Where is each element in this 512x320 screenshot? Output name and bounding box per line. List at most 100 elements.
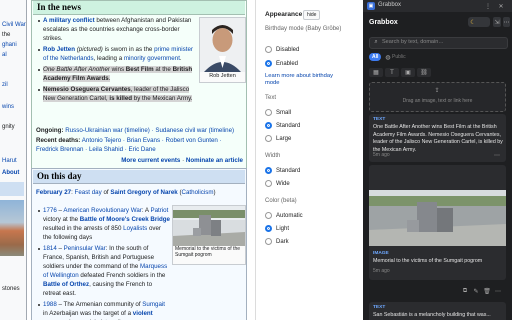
radio-button-selected[interactable] xyxy=(265,122,272,129)
more-current-events-link[interactable]: More current events xyxy=(121,157,180,164)
color-dark-option[interactable]: Dark xyxy=(265,238,289,245)
header-more-icon[interactable]: ⋯ xyxy=(503,17,510,27)
strip-text[interactable]: wins xyxy=(2,104,14,110)
clip-image-thumbnail[interactable] xyxy=(369,190,506,246)
strip-text[interactable]: ghani xyxy=(2,42,17,48)
text-large-option[interactable]: Large xyxy=(265,135,291,142)
wiki-link[interactable]: 1988 xyxy=(43,301,57,308)
wiki-link[interactable]: Saint Gregory of Narek xyxy=(110,189,177,196)
text-run: by the Mexican Army. xyxy=(132,95,193,102)
text-run: – The Armenian community of xyxy=(56,301,143,308)
wiki-link[interactable]: Rob Jetten xyxy=(43,46,75,53)
nominate-article-link[interactable]: Nominate an article xyxy=(186,157,243,164)
window-menu-icon[interactable]: ⋮ xyxy=(484,2,492,10)
text-run: . xyxy=(179,55,182,62)
text-run: , leading a xyxy=(93,55,124,62)
wiki-link[interactable]: Catholicism xyxy=(182,189,214,196)
text-type-icon[interactable]: T xyxy=(385,68,399,77)
learn-more-link[interactable]: Learn more about birthday mode xyxy=(265,73,345,87)
grid-view-icon[interactable]: ▦ xyxy=(369,68,383,77)
strip-text[interactable]: Civil War xyxy=(2,22,26,28)
wiki-link[interactable]: 1776 xyxy=(43,207,57,214)
text-run: One Battle After Another xyxy=(43,66,110,73)
news-item: Nemesio Oseguera Cervantes, leader of th… xyxy=(38,85,196,103)
birthday-disabled-option[interactable]: Disabled xyxy=(265,46,299,53)
wiki-link[interactable]: Battle of Moore's Creek Bridge xyxy=(80,216,170,223)
in-the-news-box: In the news Rob Jetten A military confli… xyxy=(31,0,247,169)
wiki-link[interactable]: minority government xyxy=(124,55,180,62)
bullet xyxy=(38,248,40,250)
strip-text[interactable]: al xyxy=(2,52,7,58)
strip-text[interactable]: Harut xyxy=(2,158,17,164)
news-item: Rob Jetten (pictured) is sworn in as the… xyxy=(38,45,196,63)
radio-button[interactable] xyxy=(265,238,272,245)
radio-button-selected[interactable] xyxy=(265,225,272,232)
on-this-day-heading: On this day xyxy=(33,170,245,184)
news-image-caption: Rob Jetten xyxy=(209,73,236,79)
option-label: Wide xyxy=(276,180,290,187)
color-light-option[interactable]: Light xyxy=(265,225,289,232)
news-item: One Battle After Another wins Best Film … xyxy=(38,65,196,83)
bullet xyxy=(38,304,40,306)
text-run: wins xyxy=(109,66,126,73)
strip-text[interactable]: About xyxy=(2,170,19,176)
radio-button[interactable] xyxy=(265,180,272,187)
wiki-link[interactable]: Feast day xyxy=(75,189,102,196)
radio-button[interactable] xyxy=(265,109,272,116)
clip-more-icon[interactable]: ⋯ xyxy=(493,151,501,159)
option-label: Small xyxy=(276,109,292,116)
sumgait-memorial-photo[interactable] xyxy=(173,206,245,246)
clip-more-icon[interactable]: ⋯ xyxy=(494,287,502,295)
image-type-icon[interactable]: ▣ xyxy=(401,68,415,77)
in-the-news-heading: In the news xyxy=(33,1,245,15)
appearance-title: Appearance xyxy=(265,11,303,18)
radio-button[interactable] xyxy=(265,135,272,142)
wiki-link[interactable]: American Revolutionary War xyxy=(63,207,142,214)
moon-icon: ☾ xyxy=(470,19,476,26)
wiki-link[interactable]: Peninsular War xyxy=(64,245,106,252)
header-action-icon[interactable]: ⇲ xyxy=(493,17,501,27)
wiki-link[interactable]: February 27 xyxy=(36,189,71,196)
ongoing-line: Ongoing: Russo-Ukrainian war (timeline) … xyxy=(36,126,242,135)
color-label: Color (beta) xyxy=(265,198,297,204)
rob-jetten-photo[interactable] xyxy=(200,18,245,72)
wiki-link[interactable]: Battle of Orthez xyxy=(43,281,89,288)
clip-image-caption: Memorial to the victims of the Sumgait p… xyxy=(373,258,483,264)
text-standard-option[interactable]: Standard xyxy=(265,122,300,129)
window-close-icon[interactable]: ✕ xyxy=(497,2,505,10)
hide-button[interactable]: hide xyxy=(303,10,321,20)
radio-button-selected[interactable] xyxy=(265,167,272,174)
recent-deaths-line: Recent deaths: Antonio Tejero · Brian Ev… xyxy=(36,136,242,154)
text-run: victory at the xyxy=(43,216,80,223)
radio-button[interactable] xyxy=(265,212,272,219)
ongoing-links[interactable]: Russo-Ukrainian war (timeline) · Sudanes… xyxy=(65,127,234,134)
bullet xyxy=(38,49,40,51)
strip-text: stones xyxy=(2,286,20,292)
link-type-icon[interactable]: ⛓ xyxy=(417,68,431,77)
window-title: Grabbox xyxy=(378,2,402,8)
width-wide-option[interactable]: Wide xyxy=(265,180,290,187)
edit-icon[interactable]: ✎ xyxy=(472,287,480,295)
globe-icon[interactable]: ◍ xyxy=(384,53,392,61)
copy-icon[interactable]: ⧉ xyxy=(461,287,469,295)
text-small-option[interactable]: Small xyxy=(265,109,291,116)
radio-button-selected[interactable] xyxy=(265,60,272,67)
wiki-link[interactable]: 1814 xyxy=(43,245,57,252)
strip-text[interactable]: zil xyxy=(2,82,8,88)
delete-icon[interactable]: 🗑 xyxy=(483,287,491,295)
bullet xyxy=(38,20,40,22)
wiki-link[interactable]: Patriot xyxy=(150,207,168,214)
appearance-settings-panel: Appearance hide Birthday mode (Baby Grōb… xyxy=(255,0,362,320)
filter-all-label: All xyxy=(372,53,379,60)
otd-item: 1814 – Peninsular War: In the south of F… xyxy=(38,244,170,298)
wiki-link[interactable]: Sumgait xyxy=(142,301,165,308)
filter-public-label[interactable]: Public xyxy=(392,54,406,62)
radio-button[interactable] xyxy=(265,46,272,53)
wiki-link[interactable]: Loyalists xyxy=(123,225,147,232)
news-image-frame: Rob Jetten xyxy=(199,17,246,83)
strip-text: the xyxy=(2,32,11,38)
color-automatic-option[interactable]: Automatic xyxy=(265,212,303,219)
wiki-link[interactable]: A military conflict xyxy=(43,17,95,24)
width-standard-option[interactable]: Standard xyxy=(265,167,300,174)
birthday-enabled-option[interactable]: Enabled xyxy=(265,60,298,67)
